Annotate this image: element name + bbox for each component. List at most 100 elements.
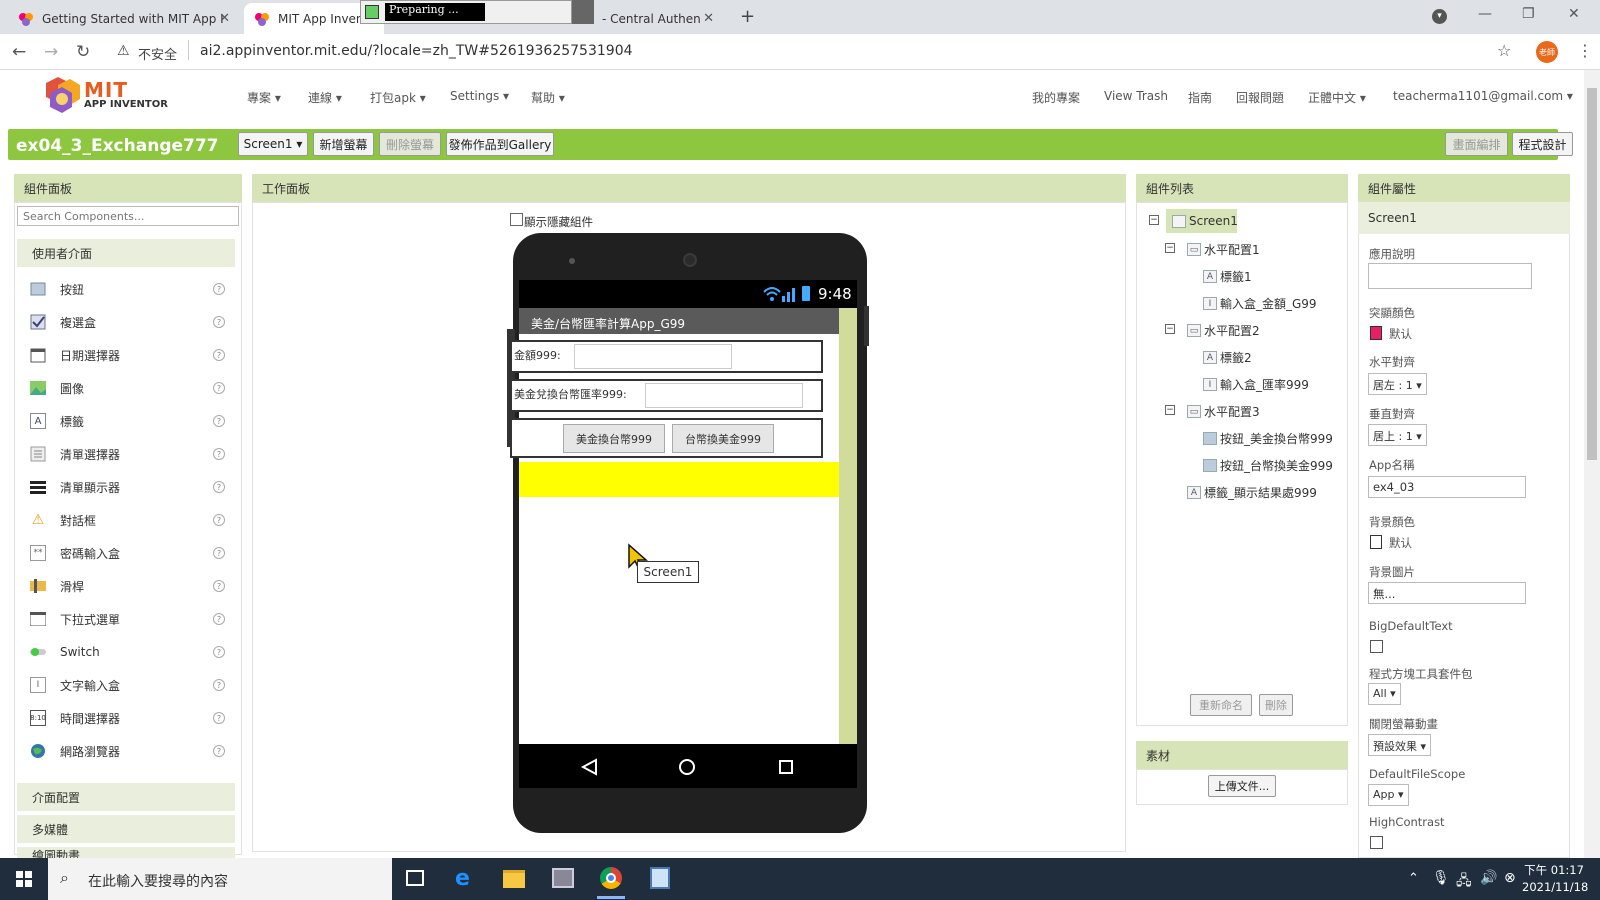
- security-label[interactable]: 不安全: [138, 44, 177, 63]
- help-icon[interactable]: ?: [213, 679, 225, 691]
- help-icon[interactable]: ?: [213, 448, 225, 460]
- tree-item-screen1[interactable]: Screen1: [1172, 214, 1238, 228]
- palette-item-datepicker[interactable]: 日期選擇器?: [30, 344, 225, 366]
- horizontal-arrangement-1[interactable]: 金額999:: [510, 340, 823, 373]
- bookmark-star-icon[interactable]: ☆: [1497, 41, 1511, 60]
- palette-item-button[interactable]: 按鈕?: [30, 278, 225, 300]
- tab-central-auth[interactable]: - Central Authen ✕: [592, 3, 724, 34]
- nav-back-icon[interactable]: [580, 758, 600, 776]
- taskbar-time[interactable]: 下午 01:17: [1524, 862, 1584, 878]
- back-icon[interactable]: ←: [12, 42, 26, 62]
- language-menu[interactable]: 正體中文 ▾: [1308, 89, 1366, 106]
- tree-item-button-usd-twd[interactable]: 按鈕_美金換台幣999: [1203, 430, 1333, 447]
- page-scrollbar-thumb[interactable]: [1587, 88, 1597, 460]
- nav-home-icon[interactable]: [679, 759, 695, 775]
- designer-button[interactable]: 畫面編排: [1445, 132, 1508, 156]
- upload-file-button[interactable]: 上傳文件...: [1208, 775, 1276, 797]
- help-icon[interactable]: ?: [213, 646, 225, 658]
- collapse-icon[interactable]: −: [1165, 405, 1175, 415]
- palette-item-spinner[interactable]: 下拉式選單?: [30, 608, 225, 630]
- help-icon[interactable]: ?: [213, 712, 225, 724]
- help-icon[interactable]: ?: [213, 613, 225, 625]
- category-drawing[interactable]: 繪圖動畫: [17, 847, 235, 858]
- prop-accent-value[interactable]: 默认: [1389, 326, 1412, 342]
- palette-item-listview[interactable]: 清單顯示器?: [30, 476, 225, 498]
- menu-build[interactable]: 打包apk ▾: [370, 89, 426, 106]
- palette-item-password[interactable]: ** 密碼輸入盒?: [30, 542, 225, 564]
- microphone-icon[interactable]: 🎙: [1432, 870, 1450, 886]
- help-icon[interactable]: ?: [213, 415, 225, 427]
- nav-recents-icon[interactable]: [779, 760, 793, 774]
- tree-item-textbox-rate[interactable]: I 輸入盒_匯率999: [1203, 376, 1309, 393]
- palette-item-switch[interactable]: Switch?: [30, 641, 225, 663]
- help-icon[interactable]: ?: [213, 316, 225, 328]
- profile-avatar[interactable]: 老師: [1536, 41, 1558, 63]
- prop-appname-input[interactable]: ex4_03: [1368, 476, 1526, 498]
- collapse-icon[interactable]: −: [1165, 243, 1175, 253]
- volume-icon[interactable]: 🔊: [1480, 870, 1497, 886]
- category-media[interactable]: 多媒體: [17, 815, 235, 843]
- result-label[interactable]: [519, 462, 839, 497]
- publish-gallery-button[interactable]: 發佈作品到Gallery: [446, 132, 554, 156]
- forward-icon[interactable]: →: [44, 42, 58, 62]
- task-view-icon[interactable]: [406, 870, 424, 886]
- add-screen-button[interactable]: 新增螢幕: [313, 132, 374, 156]
- link-view-trash[interactable]: View Trash: [1104, 89, 1168, 103]
- link-report-issue[interactable]: 回報問題: [1236, 89, 1284, 106]
- tree-item-hbox1[interactable]: ▭ 水平配置1: [1187, 241, 1260, 258]
- horizontal-arrangement-2[interactable]: 美金兌換台幣匯率999:: [510, 379, 823, 412]
- taskbar-search-placeholder[interactable]: 在此輸入要搜尋的內容: [88, 871, 228, 891]
- link-my-projects[interactable]: 我的專案: [1032, 89, 1080, 106]
- prop-bgcolor-value[interactable]: 默认: [1389, 535, 1412, 551]
- windows-start-icon[interactable]: [16, 871, 32, 887]
- palette-item-slider[interactable]: 滑桿?: [30, 575, 225, 597]
- help-icon[interactable]: ?: [213, 382, 225, 394]
- mit-logo-icon[interactable]: [36, 75, 84, 115]
- menu-project[interactable]: 專案 ▾: [247, 89, 281, 106]
- tree-item-result-label[interactable]: A 標籤_顯示結果處999: [1187, 484, 1317, 501]
- collapse-icon[interactable]: −: [1165, 324, 1175, 334]
- collapse-icon[interactable]: −: [1149, 215, 1159, 225]
- menu-settings[interactable]: Settings ▾: [450, 89, 509, 103]
- menu-help[interactable]: 幫助 ▾: [531, 89, 565, 106]
- tree-item-label1[interactable]: A 標籤1: [1203, 268, 1252, 285]
- palette-search-input[interactable]: [17, 206, 239, 226]
- tree-item-label2[interactable]: A 標籤2: [1203, 349, 1252, 366]
- screen-select[interactable]: Screen1 ▾: [238, 132, 308, 156]
- help-icon[interactable]: ?: [213, 349, 225, 361]
- category-layout[interactable]: 介面配置: [17, 783, 235, 811]
- close-window-icon[interactable]: ✕: [1568, 6, 1580, 22]
- prop-about-input[interactable]: [1368, 263, 1532, 289]
- usd-to-twd-button[interactable]: 美金換台幣999: [563, 424, 665, 453]
- help-icon[interactable]: ?: [213, 514, 225, 526]
- tree-item-textbox-amount[interactable]: I 輸入盒_金額_G99: [1203, 295, 1317, 312]
- help-icon[interactable]: ?: [213, 745, 225, 757]
- taskbar-date[interactable]: 2021/11/18: [1522, 880, 1588, 894]
- app-window-icon[interactable]: [650, 867, 670, 889]
- category-user-interface[interactable]: 使用者介面: [17, 239, 235, 267]
- tree-item-hbox2[interactable]: ▭ 水平配置2: [1187, 322, 1260, 339]
- close-tab-icon[interactable]: ✕: [219, 11, 230, 26]
- accent-color-swatch[interactable]: [1370, 326, 1382, 340]
- remove-screen-button[interactable]: 刪除螢幕: [379, 132, 441, 156]
- bg-color-swatch[interactable]: [1370, 535, 1382, 549]
- palette-item-label[interactable]: A 標籤?: [30, 410, 225, 432]
- palette-item-image[interactable]: 圖像?: [30, 377, 225, 399]
- tab-search-icon[interactable]: ▾: [1432, 9, 1447, 24]
- prop-align-h-select[interactable]: 居左 : 1 ▾: [1368, 373, 1427, 395]
- help-icon[interactable]: ?: [213, 580, 225, 592]
- restore-icon[interactable]: ❐: [1522, 6, 1535, 22]
- palette-item-timepicker[interactable]: 8:10 時間選擇器?: [30, 707, 225, 729]
- tree-item-hbox3[interactable]: ▭ 水平配置3: [1187, 403, 1260, 420]
- prop-close-anim-select[interactable]: 預設效果 ▾: [1368, 734, 1432, 756]
- url-field[interactable]: ai2.appinventor.mit.edu/?locale=zh_TW#52…: [200, 43, 633, 59]
- horizontal-arrangement-3[interactable]: 美金換台幣999 台幣換美金999: [510, 418, 823, 458]
- prop-bigtext-checkbox[interactable]: [1370, 640, 1383, 653]
- twd-to-usd-button[interactable]: 台幣換美金999: [672, 424, 774, 453]
- prop-contrast-checkbox[interactable]: [1370, 836, 1383, 849]
- no-connection-icon[interactable]: ⊗: [1504, 870, 1516, 886]
- minimize-icon[interactable]: —: [1478, 6, 1492, 22]
- help-icon[interactable]: ?: [213, 547, 225, 559]
- prop-toolkit-select[interactable]: All ▾: [1368, 683, 1401, 705]
- blocks-button[interactable]: 程式設計: [1512, 132, 1573, 156]
